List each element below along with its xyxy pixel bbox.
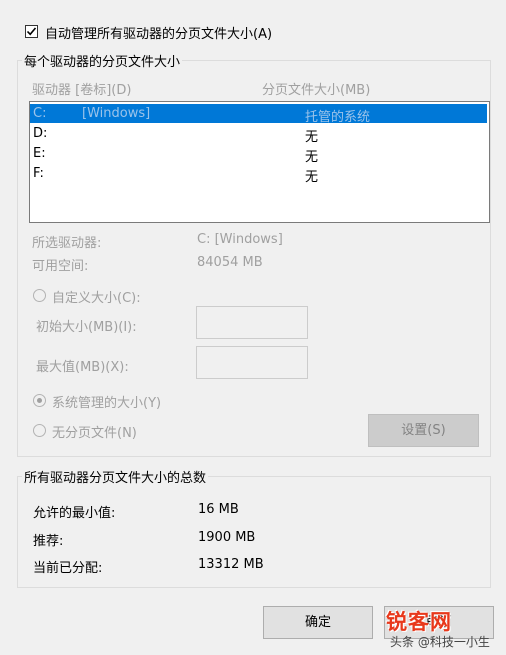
max-size-input[interactable] — [196, 346, 308, 379]
drive-listbox[interactable]: C: [Windows] 托管的系统 D: 无 E: 无 F: 无 — [29, 101, 490, 223]
allocated-label: 当前已分配: — [33, 561, 103, 576]
drive-row-f[interactable]: F: 无 — [30, 164, 487, 185]
selected-drive-label: 所选驱动器: — [32, 236, 102, 251]
no-paging-file-label[interactable]: 无分页文件(N) — [52, 422, 137, 441]
totals-group-title: 所有驱动器分页文件大小的总数 — [22, 467, 209, 486]
free-space-value: 84054 MB — [197, 255, 263, 270]
custom-size-radio[interactable] — [33, 289, 46, 302]
allocated-value: 13312 MB — [198, 557, 264, 572]
drive-letter: F: — [33, 166, 44, 181]
drive-page-size: 无 — [305, 130, 319, 145]
drive-page-size: 无 — [305, 150, 319, 165]
selected-drive-value: C: [Windows] — [197, 232, 283, 247]
max-size-label: 最大值(MB)(X): — [36, 360, 129, 375]
drive-page-size: 托管的系统 — [305, 110, 371, 125]
watermark-caption: 头条 @科技一小生 — [390, 635, 490, 649]
min-allowed-label: 允许的最小值: — [33, 506, 116, 521]
drive-page-size: 无 — [305, 170, 319, 185]
custom-size-label[interactable]: 自定义大小(C): — [52, 287, 141, 306]
set-button[interactable]: 设置(S) — [368, 414, 479, 447]
free-space-label: 可用空间: — [32, 259, 89, 274]
drive-row-c[interactable]: C: [Windows] 托管的系统 — [30, 104, 487, 125]
per-drive-group-title: 每个驱动器的分页文件大小 — [22, 51, 183, 70]
system-managed-radio[interactable] — [33, 394, 46, 407]
min-allowed-value: 16 MB — [198, 502, 239, 517]
auto-manage-checkbox[interactable] — [25, 25, 38, 38]
recommended-value: 1900 MB — [198, 530, 256, 545]
checkmark-icon — [26, 27, 37, 36]
drive-letter: D: — [33, 126, 48, 141]
size-column-header: 分页文件大小(MB) — [262, 83, 371, 98]
no-paging-file-radio[interactable] — [33, 424, 46, 437]
initial-size-input[interactable] — [196, 306, 308, 339]
drive-column-header: 驱动器 [卷标](D) — [32, 83, 132, 98]
ok-button[interactable]: 确定 — [263, 606, 373, 639]
drive-letter: E: — [33, 146, 46, 161]
drive-volume-label: [Windows] — [82, 106, 151, 121]
system-managed-label[interactable]: 系统管理的大小(Y) — [52, 392, 161, 411]
auto-manage-label[interactable]: 自动管理所有驱动器的分页文件大小(A) — [45, 23, 272, 42]
drive-row-d[interactable]: D: 无 — [30, 124, 487, 145]
drive-row-e[interactable]: E: 无 — [30, 144, 487, 165]
recommended-label: 推荐: — [33, 534, 64, 549]
drive-letter: C: — [33, 106, 47, 121]
initial-size-label: 初始大小(MB)(I): — [36, 320, 137, 335]
watermark-logo: 锐客网 — [386, 610, 452, 634]
